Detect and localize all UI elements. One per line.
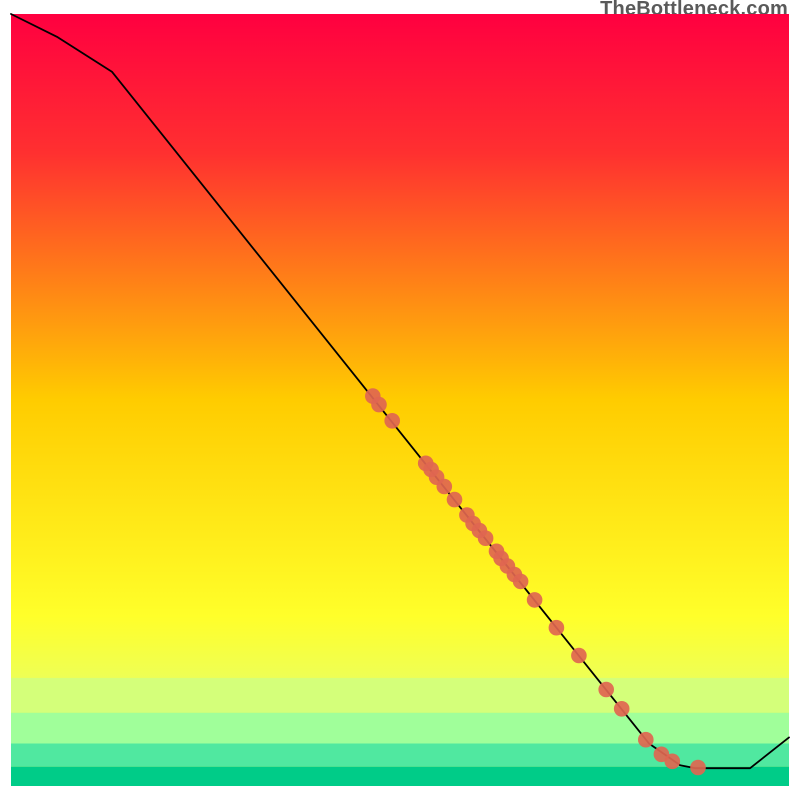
data-point (437, 479, 453, 495)
data-point (665, 754, 681, 770)
data-point (571, 648, 587, 664)
data-point (478, 530, 494, 546)
data-point (527, 592, 543, 608)
bottleneck-curve (11, 14, 789, 768)
chart-plot-layer (11, 14, 789, 786)
scatter-points (365, 388, 706, 775)
data-point (638, 732, 654, 748)
data-point (371, 397, 387, 413)
bottleneck-chart: TheBottleneck.com (0, 0, 800, 800)
data-point (614, 701, 630, 717)
data-point (513, 574, 529, 590)
data-point (447, 492, 463, 508)
data-point (384, 413, 400, 429)
data-point (549, 620, 565, 636)
data-point (690, 760, 706, 776)
data-point (598, 682, 614, 698)
